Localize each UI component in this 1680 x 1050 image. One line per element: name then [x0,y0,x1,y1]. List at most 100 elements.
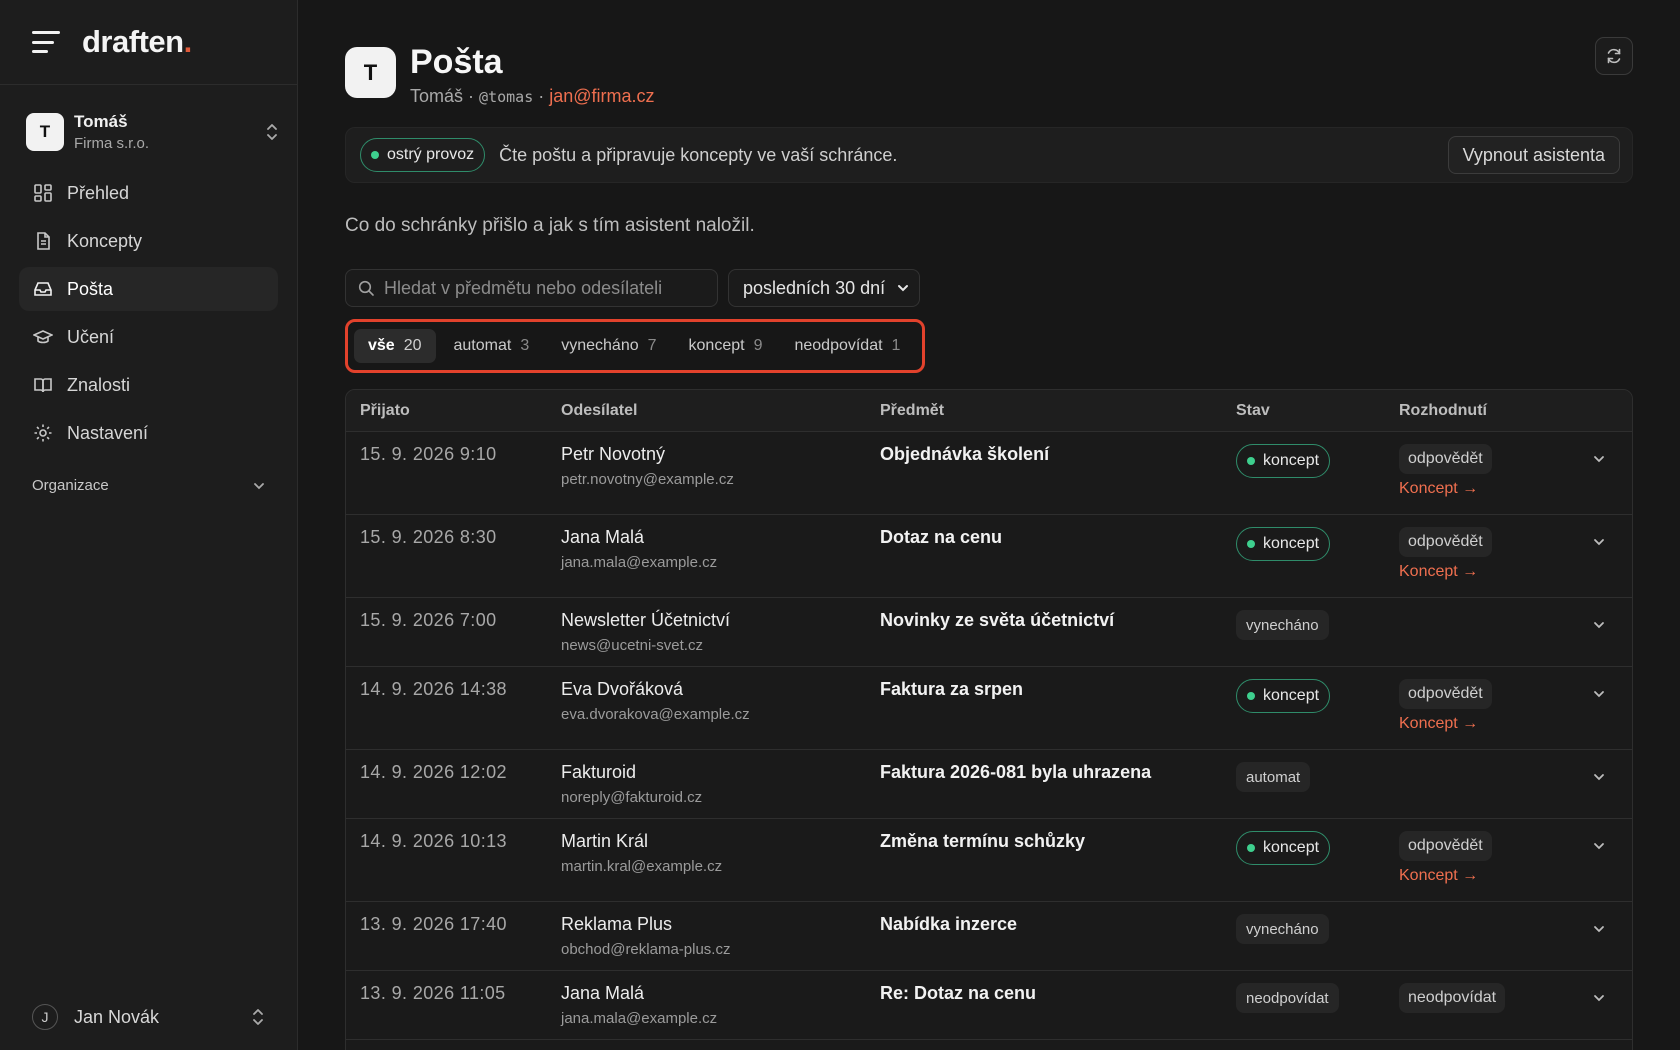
sender-email: jana.mala@example.cz [561,1010,718,1027]
decision-badge: odpovědět [1399,444,1492,474]
table-row[interactable]: 14. 9. 2026 12:02 Fakturoid noreply@faktur… [346,750,1632,819]
separator: · [468,86,475,106]
subject: Novinky ze světa účetnictví [880,610,1115,630]
tab-automat[interactable]: automat 3 [440,329,544,363]
tab-count: 1 [891,337,901,354]
subject: Faktura 2026-081 byla uhrazena [880,762,1152,782]
app: draften. T Tomáš Firma s.r.o. Přehled Ko… [0,0,1680,1050]
org-company: Firma s.r.o. [74,135,150,152]
nav-label: Znalosti [67,374,131,395]
table-row[interactable]: 15. 9. 2026 7:00 Newsletter Účetnictví new… [346,598,1632,667]
status-badge: automat [1236,762,1311,792]
page-description: Co do schránky přišlo a jak s tím asiste… [345,215,755,236]
status-badge: neodpovídat [1236,983,1339,1013]
table-row[interactable]: 13. 9. 2026 11:05 Jana Malá jana.mala@exam… [346,971,1632,1040]
col-header-status[interactable]: Stav [1236,402,1399,420]
col-header-sender[interactable]: Odesílatel [561,402,880,420]
chevron-down-icon[interactable] [1592,452,1606,466]
sender-name: Jana Malá [561,983,645,1003]
chevron-down-icon[interactable] [1592,770,1606,784]
status-badge: koncept [1236,527,1331,561]
draft-link[interactable]: Koncept → [1399,563,1569,581]
received-date: 15. 9. 2026 8:30 [360,527,497,547]
disable-assistant-button[interactable]: Vypnout asistenta [1447,136,1620,174]
tab-vynechano[interactable]: vynecháno 7 [547,329,670,363]
status-dot-icon [371,151,379,159]
subject: Dotaz na cenu [880,527,1003,547]
col-header-decision[interactable]: Rozhodnutí [1399,402,1569,420]
status-badge: vynecháno [1236,610,1329,640]
col-header-subject[interactable]: Předmět [880,402,1236,420]
document-icon [37,232,50,250]
account-email[interactable]: jan@firma.cz [549,86,654,106]
table-row[interactable] [346,1040,1632,1050]
search-input[interactable] [384,277,704,299]
sender-name: Reklama Plus [561,914,673,934]
page-header: T Pošta Tomáš · @tomas · jan@firma.cz [345,44,1633,107]
nav-item-posta[interactable]: Pošta [19,267,278,311]
status-label: koncept [1263,535,1320,552]
decision-badge: neodpovídat [1399,983,1506,1013]
page-subtitle: Tomáš · @tomas · jan@firma.cz [410,86,655,107]
status-dot-icon [1247,692,1255,700]
status-badge: koncept [1236,679,1331,713]
decision-badge: odpovědět [1399,831,1492,861]
filter-tabs-highlight: vše 20 automat 3 vynecháno 7 koncept 9 neodp… [345,319,925,373]
col-header-received[interactable]: Přijato [346,402,561,420]
nav-item-prehled[interactable]: Přehled [19,171,278,215]
tab-koncept[interactable]: koncept 9 [675,329,777,363]
status-badge: koncept [1236,444,1331,478]
nav-item-znalosti[interactable]: Znalosti [19,363,278,407]
dashboard-icon [34,184,52,202]
sender-email: eva.dvorakova@example.cz [561,706,750,723]
tab-neodpovidat[interactable]: neodpovídat 1 [780,329,914,363]
nav-label: Koncepty [67,230,143,251]
menu-icon[interactable] [32,31,60,53]
page-title: Pošta [410,43,503,81]
status-badge: koncept [1236,831,1331,865]
chevron-down-icon[interactable] [1592,535,1606,549]
tab-label: neodpovídat [794,337,883,354]
table-row[interactable]: 14. 9. 2026 14:38 Eva Dvořáková eva.dvorak… [346,667,1632,750]
status-label: koncept [1263,452,1320,469]
tab-label: vynecháno [561,337,639,354]
page-header-text: Pošta Tomáš · @tomas · jan@firma.cz [410,44,655,107]
status-dot-icon [1247,844,1255,852]
draft-link[interactable]: Koncept → [1399,867,1569,885]
draft-link[interactable]: Koncept → [1399,480,1569,498]
section-organizace[interactable]: Organizace [0,477,297,494]
tab-count: 9 [753,337,763,354]
refresh-button[interactable] [1595,37,1633,75]
chevron-down-icon[interactable] [1592,618,1606,632]
sender-email: news@ucetni-svet.cz [561,637,703,654]
received-date: 15. 9. 2026 7:00 [360,610,497,630]
table-row[interactable]: 15. 9. 2026 9:10 Petr Novotný petr.novotny… [346,432,1632,515]
org-switcher[interactable]: T Tomáš Firma s.r.o. [26,107,279,157]
chevron-down-icon[interactable] [1592,922,1606,936]
nav-item-uceni[interactable]: Učení [19,315,278,359]
sender-email: martin.kral@example.cz [561,858,723,875]
subject: Objednávka školení [880,444,1050,464]
draft-link[interactable]: Koncept → [1399,715,1569,733]
org-avatar: T [26,113,64,151]
table-row[interactable]: 15. 9. 2026 8:30 Jana Malá jana.mala@examp… [346,515,1632,598]
table-row[interactable]: 14. 9. 2026 10:13 Martin Král martin.kral@… [346,819,1632,902]
user-menu[interactable]: J Jan Novák [32,1004,265,1030]
banner-text: Čte poštu a připravuje koncepty ve vaší … [499,144,898,165]
table-row[interactable]: 13. 9. 2026 17:40 Reklama Plus obchod@rekl… [346,902,1632,971]
chevron-down-icon[interactable] [1592,839,1606,853]
nav-item-nastaveni[interactable]: Nastavení [19,411,278,455]
sender-name: Eva Dvořáková [561,679,684,699]
chevron-down-icon [254,482,264,489]
received-date: 14. 9. 2026 10:13 [360,831,507,851]
tab-count: 20 [403,337,422,354]
table-header: Přijato Odesílatel Předmět Stav Rozhodnu… [346,390,1632,432]
tab-vse[interactable]: vše 20 [354,329,436,363]
chevron-down-icon[interactable] [1592,687,1606,701]
nav-item-koncepty[interactable]: Koncepty [19,219,278,263]
tab-label: automat [453,337,512,354]
chevron-down-icon[interactable] [1592,991,1606,1005]
decision-badge: odpovědět [1399,527,1492,557]
period-select[interactable]: posledních 30 dní [728,269,920,307]
status-label: automat [1246,768,1301,786]
